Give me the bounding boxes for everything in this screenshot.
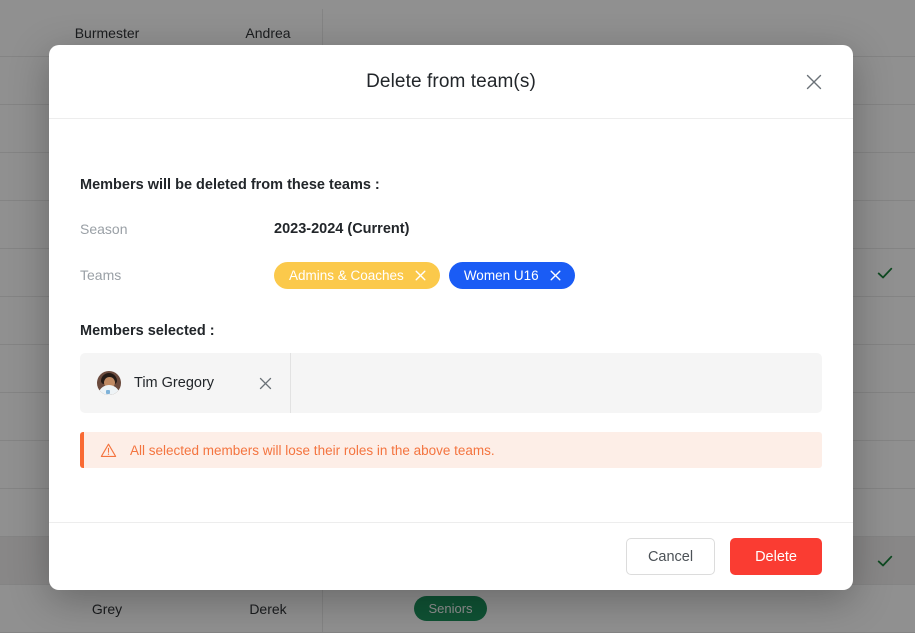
avatar — [97, 371, 121, 395]
warning-triangle-icon — [100, 443, 117, 457]
remove-member-icon[interactable] — [256, 374, 274, 392]
close-icon[interactable] — [801, 69, 827, 95]
member-name: Tim Gregory — [134, 375, 215, 391]
cancel-button[interactable]: Cancel — [625, 538, 716, 575]
members-selected-card: Tim Gregory — [80, 353, 822, 413]
team-chip-label: Admins & Coaches — [289, 267, 404, 283]
team-chip[interactable]: Admins & Coaches — [274, 261, 440, 289]
list-item: Tim Gregory — [97, 353, 292, 413]
team-chip-list: Admins & Coaches Women U16 — [274, 261, 575, 289]
dialog-header: Delete from team(s) — [49, 45, 853, 119]
teams-label: Teams — [80, 267, 122, 283]
team-chip[interactable]: Women U16 — [448, 261, 575, 289]
remove-team-icon[interactable] — [414, 269, 427, 282]
members-selected-label: Members selected : — [80, 323, 215, 339]
warning-banner: All selected members will lose their rol… — [80, 432, 822, 468]
close-icon-glyph — [806, 74, 822, 89]
delete-from-teams-dialog: Delete from team(s) Members will be dele… — [49, 45, 853, 590]
season-row: Season 2023-2024 (Current) — [80, 215, 822, 243]
teams-row: Teams Admins & Coaches Women U16 — [80, 261, 822, 289]
dialog-body: Members will be deleted from these teams… — [49, 119, 853, 522]
delete-button[interactable]: Delete — [730, 538, 822, 575]
dialog-footer: Cancel Delete — [49, 522, 853, 590]
season-value: 2023-2024 (Current) — [274, 221, 410, 237]
remove-team-icon[interactable] — [549, 269, 562, 282]
intro-text: Members will be deleted from these teams… — [80, 177, 380, 193]
team-chip-label: Women U16 — [463, 267, 539, 283]
warning-text: All selected members will lose their rol… — [130, 442, 495, 458]
dialog-title: Delete from team(s) — [366, 70, 536, 92]
season-label: Season — [80, 221, 128, 237]
close-icon-glyph — [259, 377, 271, 389]
